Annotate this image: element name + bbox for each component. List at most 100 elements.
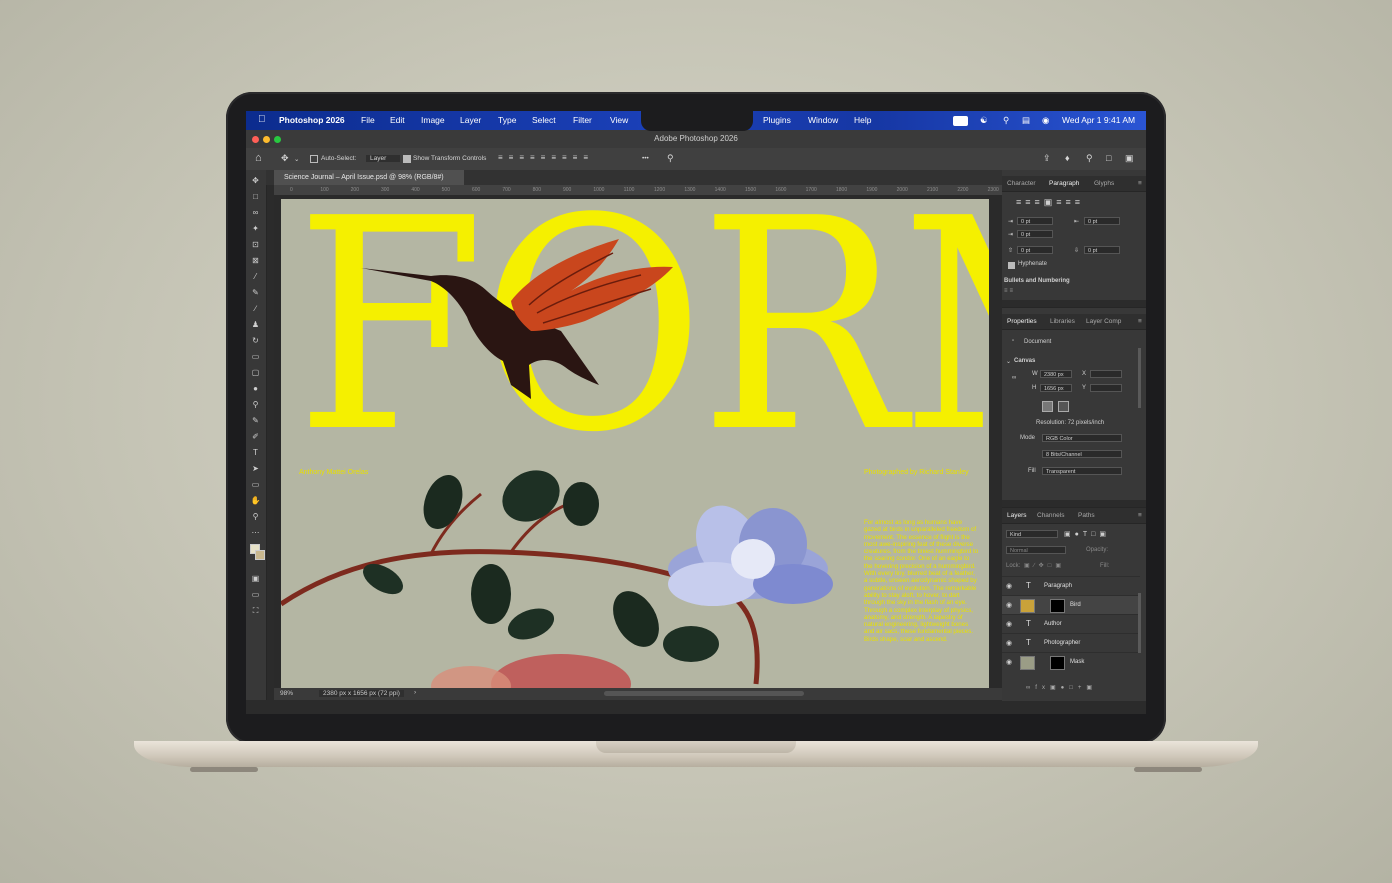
menu-clock[interactable]: Wed Apr 1 9:41 AM — [1062, 115, 1135, 125]
lasso-tool-icon[interactable]: ∞ — [250, 208, 261, 218]
layer-row[interactable]: ◉ T Paragraph — [1002, 576, 1140, 596]
artboard[interactable]: FORM — [281, 199, 989, 689]
hyphenate-checkbox[interactable] — [1008, 262, 1015, 269]
width-input[interactable]: 2380 px — [1040, 370, 1072, 378]
auto-select-dropdown[interactable]: Layer — [366, 155, 400, 162]
tab-paragraph[interactable]: Paragraph — [1049, 180, 1079, 187]
blend-mode-dropdown[interactable]: Normal — [1006, 546, 1066, 554]
tab-layer-comp[interactable]: Layer Comp — [1086, 318, 1121, 325]
tab-channels[interactable]: Channels — [1037, 512, 1064, 519]
chevron-down-icon[interactable]: ⌄ — [1006, 358, 1011, 365]
blur-tool-icon[interactable]: ● — [250, 384, 261, 394]
object-select-tool-icon[interactable]: ✎ — [250, 416, 261, 426]
background-color-swatch[interactable] — [255, 550, 265, 560]
menu-view[interactable]: View — [610, 115, 628, 125]
crop-tool-icon[interactable]: ⊡ — [250, 240, 261, 250]
canvas-area[interactable]: FORM — [274, 195, 1002, 700]
visibility-eye-icon[interactable]: ◉ — [1006, 582, 1012, 590]
hand-tool-icon[interactable]: ✋ — [250, 496, 261, 506]
workspace-icon[interactable]: □ — [1106, 153, 1111, 163]
y-input[interactable] — [1090, 384, 1122, 392]
link-icon[interactable]: ∞ — [1012, 375, 1016, 381]
tab-properties[interactable]: Properties — [1007, 318, 1037, 325]
layer-name[interactable]: Mask — [1070, 659, 1084, 665]
visibility-eye-icon[interactable]: ◉ — [1006, 639, 1012, 647]
flower-image[interactable] — [653, 499, 843, 629]
dodge-tool-icon[interactable]: ⚲ — [250, 400, 261, 410]
layer-row[interactable]: ◉ T Author — [1002, 614, 1140, 634]
control-center-icon[interactable]: ▤ — [1022, 115, 1030, 126]
space-after-input[interactable]: 0 pt — [1084, 246, 1120, 254]
menu-plugins[interactable]: Plugins — [763, 115, 791, 125]
quick-select-tool-icon[interactable]: ✦ — [250, 224, 261, 234]
eraser-tool-icon[interactable]: ▭ — [250, 352, 261, 362]
visibility-eye-icon[interactable]: ◉ — [1006, 601, 1012, 609]
healing-brush-tool-icon[interactable]: ✎ — [250, 288, 261, 298]
align-icons[interactable]: ≡≡≡≡≡≡≡≡≡ — [498, 153, 594, 162]
move-tool-icon[interactable]: ✥ — [250, 176, 261, 186]
siri-icon[interactable]: ◉ — [1042, 115, 1049, 126]
visibility-eye-icon[interactable]: ◉ — [1006, 658, 1012, 666]
share-icon[interactable]: ⇪ — [1043, 153, 1051, 164]
history-brush-tool-icon[interactable]: ↻ — [250, 336, 261, 346]
edit-toolbar-icon[interactable]: ⛶ — [250, 606, 261, 616]
search-icon[interactable]: ⚲ — [1086, 153, 1093, 164]
quick-mask-icon[interactable]: ▣ — [250, 574, 261, 584]
stamp-tool-icon[interactable]: ♟ — [250, 320, 261, 330]
menu-help[interactable]: Help — [854, 115, 871, 125]
layer-row[interactable]: ◉ Bird — [1002, 595, 1140, 615]
visibility-eye-icon[interactable]: ◉ — [1006, 620, 1012, 628]
panel-menu-icon[interactable]: ≡ — [1138, 512, 1142, 519]
chevron-down-icon[interactable]: ⌄ — [294, 155, 299, 163]
type-tool-icon[interactable]: T — [250, 448, 261, 458]
bit-depth-dropdown[interactable]: 8 Bits/Channel — [1042, 450, 1122, 458]
path-select-tool-icon[interactable]: ➤ — [250, 464, 261, 474]
tab-layers[interactable]: Layers — [1007, 512, 1027, 519]
menu-image[interactable]: Image — [421, 115, 445, 125]
layer-name[interactable]: Bird — [1070, 602, 1081, 608]
marquee-tool-icon[interactable]: □ — [250, 192, 261, 202]
tab-glyphs[interactable]: Glyphs — [1094, 180, 1114, 187]
lock-icons[interactable]: ▣∕✥□▣ — [1024, 562, 1065, 569]
space-before-input[interactable]: 0 pt — [1017, 246, 1053, 254]
layer-filter-icons[interactable]: ▣●T□▣ — [1064, 530, 1110, 538]
hummingbird-image[interactable] — [361, 235, 681, 445]
layer-row[interactable]: ◉ T Photographer — [1002, 633, 1140, 653]
properties-scrollbar[interactable] — [1138, 348, 1141, 408]
panel-menu-icon[interactable]: ≡ — [1138, 318, 1142, 325]
frame-tool-icon[interactable]: ⊠ — [250, 256, 261, 266]
bullets-numbering-icons[interactable]: ≡≡ — [1004, 288, 1015, 294]
tab-libraries[interactable]: Libraries — [1050, 318, 1075, 325]
author-credit[interactable]: Anthony Mattei Orelas — [299, 469, 368, 476]
menu-edit[interactable]: Edit — [390, 115, 405, 125]
home-icon[interactable]: ⌂ — [255, 152, 262, 164]
search-icon[interactable]: ⚲ — [667, 153, 674, 164]
portrait-orientation-button[interactable] — [1042, 401, 1053, 412]
menu-file[interactable]: File — [361, 115, 375, 125]
indent-left-input[interactable]: 0 pt — [1017, 217, 1053, 225]
horizontal-scrollbar[interactable] — [604, 691, 804, 696]
battery-icon[interactable] — [953, 116, 968, 126]
menu-type[interactable]: Type — [498, 115, 516, 125]
pen-tool-icon[interactable]: ✐ — [250, 432, 261, 442]
chevron-right-icon[interactable]: › — [414, 689, 416, 696]
search-icon[interactable]: ⚲ — [1003, 115, 1009, 126]
layer-name[interactable]: Photographer — [1044, 640, 1080, 646]
indent-right-input[interactable]: 0 pt — [1084, 217, 1120, 225]
landscape-orientation-button[interactable] — [1058, 401, 1069, 412]
body-paragraph[interactable]: For almost as long as humans have gazed … — [864, 519, 979, 643]
height-input[interactable]: 1656 px — [1040, 384, 1072, 392]
menu-layer[interactable]: Layer — [460, 115, 481, 125]
apple-icon[interactable]:  — [258, 114, 266, 125]
document-tab[interactable]: Science Journal – April Issue.psd @ 98% … — [274, 170, 464, 185]
panel-icon[interactable]: ▣ — [1125, 153, 1134, 164]
screen-mode-icon[interactable]: ▭ — [250, 590, 261, 600]
move-tool-icon[interactable]: ✥ — [281, 153, 289, 164]
auto-select-checkbox[interactable] — [310, 155, 318, 163]
app-menu[interactable]: Photoshop 2026 — [279, 115, 345, 125]
fill-dropdown[interactable]: Transparent — [1042, 467, 1122, 475]
layer-name[interactable]: Paragraph — [1044, 583, 1072, 589]
menu-filter[interactable]: Filter — [573, 115, 592, 125]
more-options-button[interactable]: ••• — [642, 155, 649, 162]
layer-name[interactable]: Author — [1044, 621, 1062, 627]
